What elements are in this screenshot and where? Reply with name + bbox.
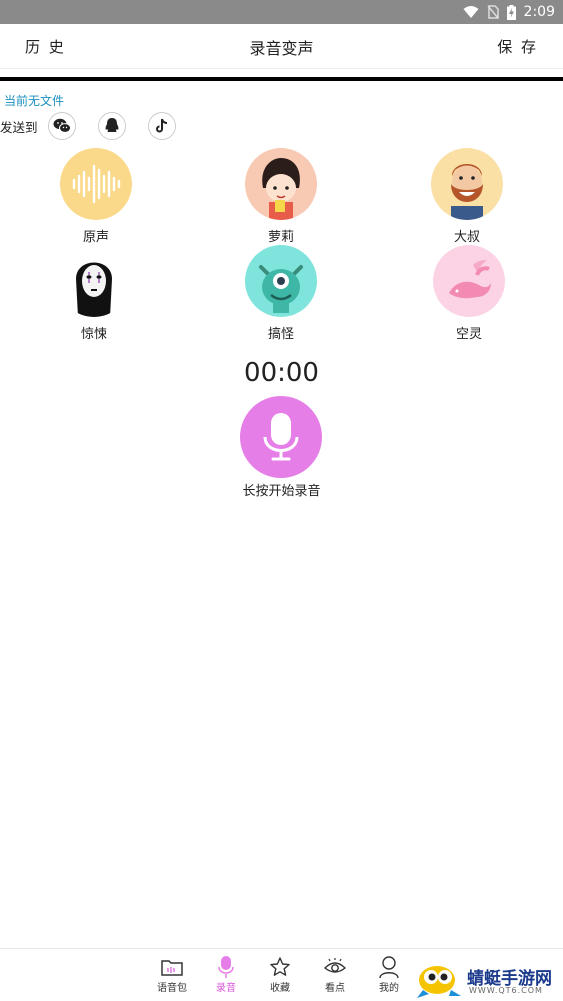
save-button[interactable]: 保 存 xyxy=(497,36,538,57)
tab-label: 录音 xyxy=(216,983,236,994)
voice-name: 空灵 xyxy=(455,327,482,342)
girl-avatar xyxy=(245,148,317,220)
tab-record[interactable]: 录音 xyxy=(204,955,248,994)
send-to-row: 发送到 xyxy=(0,110,198,142)
star-icon xyxy=(270,957,290,976)
girl-avatar-icon xyxy=(262,158,300,220)
share-qq-button[interactable] xyxy=(97,112,126,140)
dolphin-avatar xyxy=(433,245,505,317)
pink-dolphin-icon xyxy=(449,260,491,299)
record-hint: 长按开始录音 xyxy=(242,484,321,499)
voice-horror[interactable]: 惊悚 xyxy=(39,245,149,342)
dragonfly-logo-icon xyxy=(417,966,461,998)
site-watermark: 蜻蜓手游网 WWW.QT6.COM xyxy=(415,960,563,1000)
voice-uncle[interactable]: 大叔 xyxy=(412,148,522,245)
tab-profile[interactable]: 我的 xyxy=(367,955,411,994)
voice-name: 萝莉 xyxy=(267,230,294,245)
ghost-avatar xyxy=(58,245,130,317)
wifi-icon xyxy=(463,6,479,18)
waveform-avatar xyxy=(60,148,132,220)
voice-ethereal[interactable]: 空灵 xyxy=(414,245,524,342)
waveform-icon xyxy=(72,164,121,204)
tab-label: 语音包 xyxy=(157,983,187,994)
tab-label: 看点 xyxy=(325,983,345,994)
tab-label: 收藏 xyxy=(270,983,290,994)
folder-voice-icon xyxy=(161,960,183,976)
voice-name: 大叔 xyxy=(453,230,480,245)
record-timer: 00:00 xyxy=(244,358,319,388)
microphone-icon xyxy=(263,413,299,461)
bearded-man-avatar-icon xyxy=(451,164,483,220)
tab-favorites[interactable]: 收藏 xyxy=(258,955,302,994)
voice-name: 惊悚 xyxy=(80,327,107,342)
monster-avatar-icon xyxy=(259,265,303,313)
no-face-ghost-icon xyxy=(76,262,112,317)
tab-voice-pack[interactable]: 语音包 xyxy=(150,955,194,994)
send-to-label: 发送到 xyxy=(0,119,38,135)
voice-name: 搞怪 xyxy=(267,327,294,342)
share-wechat-button[interactable] xyxy=(47,112,76,140)
tiktok-icon xyxy=(155,118,167,133)
watermark-url: WWW.QT6.COM xyxy=(469,986,543,995)
no-sim-icon xyxy=(486,5,499,19)
current-file-status: 当前无文件 xyxy=(4,94,65,108)
status-time: 2:09 xyxy=(523,4,555,20)
header-divider xyxy=(0,77,563,81)
tab-highlights[interactable]: 看点 xyxy=(313,955,357,994)
voice-name: 原声 xyxy=(82,230,109,245)
page-title: 录音变声 xyxy=(249,39,314,58)
voice-loli[interactable]: 萝莉 xyxy=(226,148,336,245)
battery-charging-icon xyxy=(506,4,516,20)
app-header: 历 史 录音变声 保 存 xyxy=(0,24,563,69)
tab-label: 我的 xyxy=(379,983,399,994)
status-bar: 2:09 xyxy=(0,0,563,24)
microphone-icon xyxy=(218,956,234,978)
eye-icon xyxy=(323,958,347,973)
person-icon xyxy=(379,956,399,979)
qq-icon xyxy=(105,118,118,132)
record-button[interactable] xyxy=(240,396,322,478)
share-tiktok-button[interactable] xyxy=(147,112,176,140)
bearded-man-avatar xyxy=(431,148,503,220)
monster-avatar xyxy=(245,245,317,317)
voice-funny[interactable]: 搞怪 xyxy=(226,245,336,342)
wechat-icon xyxy=(53,118,71,133)
voice-original[interactable]: 原声 xyxy=(41,148,151,245)
